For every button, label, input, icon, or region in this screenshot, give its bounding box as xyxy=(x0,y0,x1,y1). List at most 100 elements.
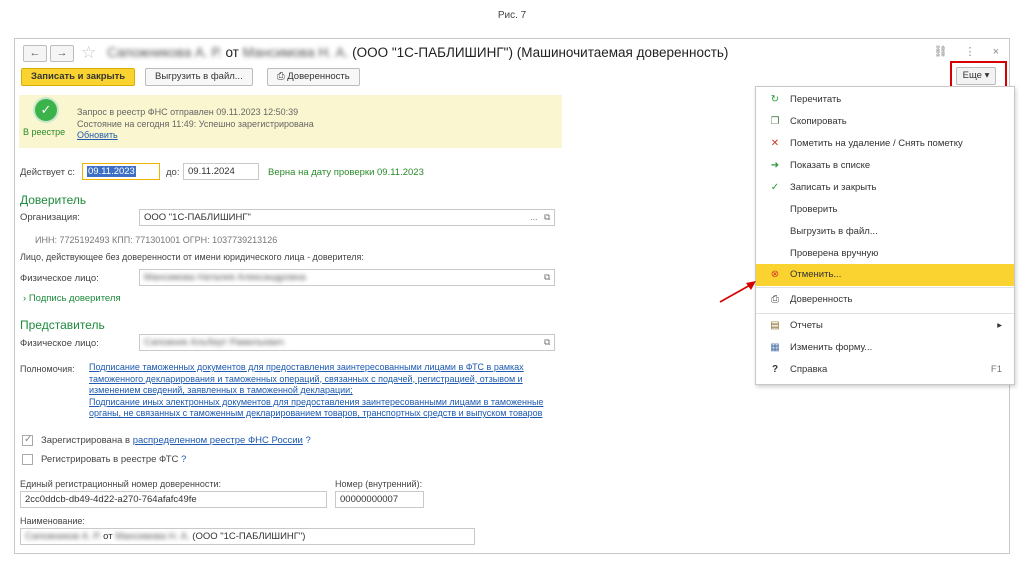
more-actions-icon[interactable]: ⋮ xyxy=(965,46,976,58)
menu-item-label: Записать и закрыть xyxy=(790,182,877,193)
menu-item-label: Проверена вручную xyxy=(790,248,879,259)
acting-without-poa-label: Лицо, действующее без доверенности от им… xyxy=(20,252,364,262)
menu-separator xyxy=(756,313,1014,314)
menu-item-label: Выгрузить в файл... xyxy=(790,226,878,237)
export-to-file-button[interactable]: Выгрузить в файл... xyxy=(145,68,253,86)
registered-prefix: Зарегистрирована в xyxy=(41,435,131,446)
favorite-star-icon[interactable]: ☆ xyxy=(81,43,96,63)
menu-item-verified-manually[interactable]: Проверена вручную xyxy=(756,243,1014,265)
save-and-close-button[interactable]: Записать и закрыть xyxy=(21,68,136,86)
menu-item-cancel[interactable]: ⊗ Отменить... xyxy=(756,264,1014,286)
printer-icon: ⎙ xyxy=(771,294,779,305)
menu-item-print-poa[interactable]: ⎙ Доверенность xyxy=(756,289,1014,311)
authority-list[interactable]: Подписание таможенных документов для пре… xyxy=(89,362,609,420)
principal-signature-label: Подпись доверителя xyxy=(28,293,121,304)
authority-line[interactable]: изменением сведений, заявленных в таможе… xyxy=(89,385,609,397)
forward-button[interactable]: → xyxy=(50,45,74,62)
pointer-arrow-icon xyxy=(719,281,756,303)
printer-icon: ⎙ xyxy=(277,71,285,82)
principal-person-field[interactable]: Мансимова Наталия Александровна xyxy=(139,269,555,286)
organization-field[interactable]: ООО "1С-ПАБЛИШИНГ" xyxy=(139,209,555,226)
register-fts-text: Регистрировать в реестре ФТС ? xyxy=(41,454,186,465)
registered-fns-checkbox[interactable] xyxy=(22,434,33,446)
cancel-icon: ⊗ xyxy=(770,269,780,280)
valid-to-label: до: xyxy=(166,167,180,178)
help-icon[interactable]: ? xyxy=(181,454,186,465)
organization-label: Организация: xyxy=(20,212,80,223)
save-icon: ✓ xyxy=(770,182,780,193)
menu-item-copy[interactable]: ❐ Скопировать xyxy=(756,111,1014,133)
menu-item-label: Изменить форму... xyxy=(790,342,873,353)
principal-signature-expander[interactable]: › Подпись доверителя xyxy=(23,293,121,304)
menu-item-label: Проверить xyxy=(790,204,838,215)
name-principal-person: Сапожников А. Р. xyxy=(25,531,101,542)
valid-to-field[interactable]: 09.11.2024 xyxy=(183,163,259,180)
menu-item-save-close[interactable]: ✓ Записать и закрыть xyxy=(756,177,1014,199)
form-title: Сапожникова А. Р. от Мансимова Н. А. (ОО… xyxy=(107,45,728,60)
representative-person-label: Физическое лицо: xyxy=(20,338,99,349)
menu-separator xyxy=(756,287,1014,288)
current-state-text: Состояние на сегодня 11:49: Успешно заре… xyxy=(77,119,314,129)
link-icon[interactable]: ⛓ xyxy=(933,46,947,58)
authority-label: Полномочия: xyxy=(20,364,75,374)
open-icon[interactable]: ⧉ xyxy=(544,210,550,225)
valid-from-field[interactable]: 09.11.2023 xyxy=(82,163,160,180)
title-representative-person: Мансимова Н. А. xyxy=(242,45,349,60)
name-representative-person: Мансимова Н. А. xyxy=(115,531,190,542)
valid-from-value: 09.11.2023 xyxy=(87,166,136,177)
representative-person-field[interactable]: Сапожник Альберт Рамильевич xyxy=(139,334,555,351)
title-principal-person: Сапожникова А. Р. xyxy=(107,45,222,60)
menu-item-reports[interactable]: ▤ Отчеты ▸ xyxy=(756,315,1014,337)
name-field[interactable]: Сапожников А. Р. от Мансимова Н. А. (ООО… xyxy=(20,528,475,545)
menu-item-reread[interactable]: ↻ Перечитать xyxy=(756,89,1014,111)
refresh-status-link[interactable]: Обновить xyxy=(77,130,118,140)
window-controls: ⛓ ⋮ × xyxy=(919,45,999,58)
menu-item-show-in-list[interactable]: ➜ Показать в списке xyxy=(756,155,1014,177)
refresh-icon: ↻ xyxy=(770,94,780,105)
menu-item-label: Справка xyxy=(790,364,828,375)
register-fts-label: Регистрировать в реестре ФТС xyxy=(41,454,179,465)
authority-line[interactable]: Подписание иных электронных документов д… xyxy=(89,397,609,409)
help-icon[interactable]: ? xyxy=(306,435,311,446)
open-icon[interactable]: ⧉ xyxy=(544,270,550,285)
print-power-of-attorney-button[interactable]: ⎙ Доверенность xyxy=(267,68,360,86)
menu-item-label: Отменить... xyxy=(790,269,842,280)
reports-icon: ▤ xyxy=(770,320,780,331)
menu-item-change-form[interactable]: ▦ Изменить форму... xyxy=(756,337,1014,359)
menu-item-help[interactable]: ? Справка F1 xyxy=(756,359,1014,381)
organization-ids: ИНН: 7725192493 КПП: 771301001 ОГРН: 103… xyxy=(35,235,278,245)
title-from: от xyxy=(225,45,239,60)
menu-item-check[interactable]: Проверить xyxy=(756,199,1014,221)
internal-number-label: Номер (внутренний): xyxy=(335,479,423,489)
registry-status-label: В реестре xyxy=(23,127,66,137)
unified-number-field[interactable]: 2cc0ddcb-db49-4d22-a270-764afafc49fe xyxy=(20,491,327,508)
representative-section-title: Представитель xyxy=(20,318,105,332)
principal-section-title: Доверитель xyxy=(20,193,87,207)
menu-item-export[interactable]: Выгрузить в файл... xyxy=(756,221,1014,243)
menu-item-label: Отчеты xyxy=(790,320,823,331)
form-header: ← → ☆ Сапожникова А. Р. от Мансимова Н. … xyxy=(15,39,1009,65)
close-icon[interactable]: × xyxy=(993,46,999,58)
title-organization: (ООО "1С-ПАБЛИШИНГ") (Машиночитаемая дов… xyxy=(352,45,729,60)
open-icon[interactable]: ⧉ xyxy=(544,335,550,350)
valid-from-label: Действует с: xyxy=(20,167,75,178)
select-ellipsis-icon[interactable]: ... xyxy=(530,210,538,225)
back-button[interactable]: ← xyxy=(23,45,47,62)
authority-line[interactable]: таможенного декларирования и таможенных … xyxy=(89,374,609,386)
menu-item-label: Показать в списке xyxy=(790,160,871,171)
unified-number-label: Единый регистрационный номер доверенност… xyxy=(20,479,222,489)
name-from: от xyxy=(103,531,113,542)
validity-check-text: Верна на дату проверки 09.11.2023 xyxy=(268,167,424,178)
menu-item-mark-delete[interactable]: ✕ Пометить на удаление / Снять пометку xyxy=(756,133,1014,155)
check-circle-icon: ✓ xyxy=(35,99,57,121)
authority-line[interactable]: органы, не связанных с таможенным деклар… xyxy=(89,408,609,420)
principal-person-value: Мансимова Наталия Александровна xyxy=(144,272,306,283)
shortcut-label: F1 xyxy=(990,364,1002,375)
authority-line[interactable]: Подписание таможенных документов для пре… xyxy=(89,362,609,374)
fns-registry-link[interactable]: распределенном реестре ФНС России xyxy=(133,435,303,446)
name-organization: (ООО "1С-ПАБЛИШИНГ") xyxy=(192,531,306,542)
internal-number-field[interactable]: 00000000007 xyxy=(335,491,424,508)
figure-caption: Рис. 7 xyxy=(497,10,527,21)
chevron-right-icon: › xyxy=(23,293,27,304)
register-fts-checkbox[interactable] xyxy=(22,454,33,465)
